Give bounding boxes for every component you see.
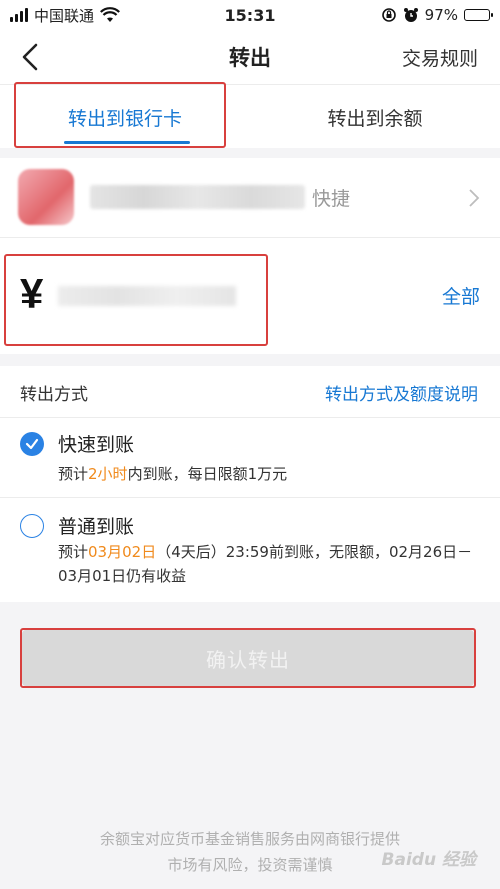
carrier-label: 中国联通 bbox=[34, 6, 95, 25]
annotation-box-amount bbox=[4, 254, 268, 346]
option-description: 预计2小时内到账，每日限额1万元 bbox=[58, 465, 288, 483]
option-title: 普通到账 bbox=[58, 516, 135, 538]
transfer-all-button[interactable]: 全部 bbox=[442, 282, 480, 309]
transfer-method-panel: 转出方式 转出方式及额度说明 快速到账 预计2小时内到账，每日限额1万元 普通到… bbox=[0, 366, 500, 602]
option-description: 预计03月02日（4天后）23:59前到账，无限额，02月26日－03月01日仍… bbox=[58, 543, 473, 585]
card-type-label: 快捷 bbox=[312, 188, 351, 210]
option-highlight: 03月02日 bbox=[88, 543, 157, 561]
card-number-masked bbox=[90, 185, 305, 209]
bank-logo-icon bbox=[18, 169, 74, 225]
alarm-icon bbox=[403, 8, 418, 22]
tab-to-balance[interactable]: 转出到余额 bbox=[250, 85, 500, 149]
transfer-method-label: 转出方式 bbox=[20, 385, 88, 405]
page-title: 转出 bbox=[229, 46, 271, 70]
radio-checked-icon[interactable] bbox=[20, 432, 44, 456]
status-right: 97% bbox=[381, 6, 493, 24]
annotation-box-confirm bbox=[20, 628, 476, 688]
radio-unchecked-icon[interactable] bbox=[20, 514, 44, 538]
option-fast-transfer[interactable]: 快速到账 预计2小时内到账，每日限额1万元 bbox=[0, 418, 500, 498]
option-normal-transfer[interactable]: 普通到账 预计03月02日（4天后）23:59前到账，无限额，02月26日－03… bbox=[0, 498, 500, 602]
baidu-watermark: Baidu 经验 bbox=[381, 850, 476, 870]
rotation-lock-icon bbox=[381, 8, 396, 22]
bank-card-selector[interactable]: 快捷 bbox=[0, 158, 500, 238]
back-arrow-icon[interactable] bbox=[16, 41, 48, 73]
status-left: 中国联通 bbox=[10, 5, 120, 26]
battery-icon bbox=[464, 9, 493, 21]
transfer-method-info-link[interactable]: 转出方式及额度说明 bbox=[325, 380, 478, 405]
signal-icon bbox=[10, 8, 28, 22]
trade-rules-link[interactable]: 交易规则 bbox=[402, 44, 478, 71]
battery-percent: 97% bbox=[424, 6, 458, 24]
chevron-right-icon bbox=[469, 189, 480, 207]
nav-bar: 转出 交易规则 bbox=[0, 30, 500, 84]
status-bar: 中国联通 15:31 97% bbox=[0, 0, 500, 30]
transfer-method-header: 转出方式 转出方式及额度说明 bbox=[0, 366, 500, 418]
wifi-icon bbox=[100, 7, 120, 22]
option-title: 快速到账 bbox=[58, 434, 135, 456]
annotation-box-tab bbox=[14, 82, 226, 148]
option-highlight: 2小时 bbox=[88, 465, 128, 483]
